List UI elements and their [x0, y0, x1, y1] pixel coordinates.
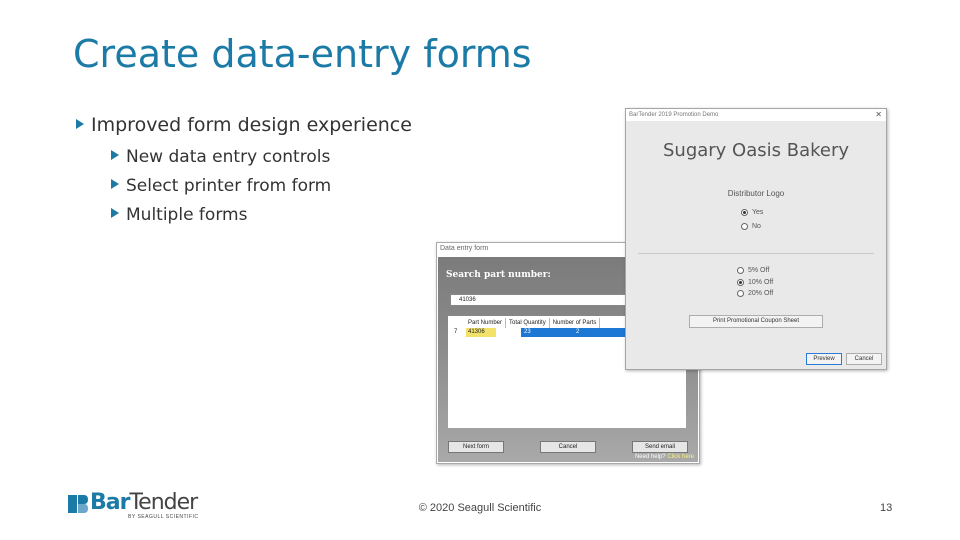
radio-dot-selected-icon	[741, 209, 748, 216]
row-parts-cell: 2	[576, 329, 580, 335]
close-icon[interactable]: ✕	[875, 109, 882, 121]
company-name: Sugary Oasis Bakery	[662, 140, 850, 161]
column-header[interactable]: Part Number	[465, 318, 507, 328]
radio-dot-icon	[737, 290, 744, 297]
preview-button[interactable]: Preview	[806, 353, 842, 365]
help-prefix: Need help?	[634, 454, 666, 460]
column-header[interactable]: Total Quantity	[506, 318, 550, 328]
row-part-cell[interactable]: 41306	[466, 328, 496, 337]
promotion-window: BarTender 2019 Promotion Demo ✕ Sugary O…	[625, 108, 887, 370]
radio-dot-selected-icon	[737, 279, 744, 286]
logo-subtitle: BY SEAGULL SCIENTIFIC	[128, 514, 199, 520]
slide-title: Create data-entry forms	[73, 32, 532, 76]
grid-header: Part Number Total Quantity Number of Par…	[465, 318, 601, 328]
radio-label: Yes	[752, 209, 764, 216]
divider	[638, 253, 874, 254]
help-link[interactable]: Click here	[667, 454, 694, 460]
radio-label: No	[752, 223, 761, 230]
radio-discount-10[interactable]: 10% Off	[737, 279, 773, 286]
radio-discount-5[interactable]: 5% Off	[737, 267, 769, 274]
bullet-main-text: Improved form design experience	[91, 114, 412, 136]
radio-logo-yes[interactable]: Yes	[741, 209, 763, 216]
radio-dot-icon	[741, 223, 748, 230]
help-text: Need help? Click here	[635, 454, 694, 460]
bullet-triangle-icon	[111, 179, 119, 189]
promotion-titlebar: BarTender 2019 Promotion Demo ✕	[626, 109, 886, 121]
bullet-list: Improved form design experience New data…	[76, 114, 412, 234]
print-coupon-button[interactable]: Print Promotional Coupon Sheet	[689, 315, 823, 328]
search-part-label: Search part number:	[446, 270, 551, 280]
distributor-logo-label: Distributor Logo	[727, 189, 785, 198]
bullet-sub-text: Select printer from form	[126, 176, 332, 196]
bullet-triangle-icon	[111, 208, 119, 218]
row-quantity-cell: 23	[524, 329, 531, 335]
bullet-main: Improved form design experience	[76, 114, 412, 136]
next-form-button[interactable]: Next form	[448, 441, 504, 453]
copyright: © 2020 Seagull Scientific	[418, 502, 542, 514]
promotion-window-title: BarTender 2019 Promotion Demo	[629, 112, 719, 118]
radio-label: 5% Off	[748, 267, 770, 274]
radio-dot-icon	[737, 267, 744, 274]
radio-discount-20[interactable]: 20% Off	[737, 290, 773, 297]
cancel-button[interactable]: Cancel	[540, 441, 596, 453]
bullet-sub-2: Select printer from form	[111, 176, 412, 196]
row-index: 7	[454, 329, 458, 335]
bullet-sub-text: Multiple forms	[126, 205, 248, 225]
send-email-button[interactable]: Send email	[632, 441, 688, 453]
radio-logo-no[interactable]: No	[741, 223, 761, 230]
page-number: 13	[880, 502, 893, 514]
bullet-triangle-icon	[76, 119, 84, 129]
cancel-button[interactable]: Cancel	[846, 353, 882, 365]
column-header[interactable]: Number of Parts	[550, 318, 601, 328]
radio-label: 10% Off	[748, 279, 774, 286]
bullet-sub-text: New data entry controls	[126, 147, 331, 167]
part-number-input[interactable]: 41036	[450, 294, 650, 306]
bullet-sub-1: New data entry controls	[111, 147, 412, 167]
radio-label: 20% Off	[748, 290, 774, 297]
bullet-sub-3: Multiple forms	[111, 205, 412, 225]
bullet-triangle-icon	[111, 150, 119, 160]
